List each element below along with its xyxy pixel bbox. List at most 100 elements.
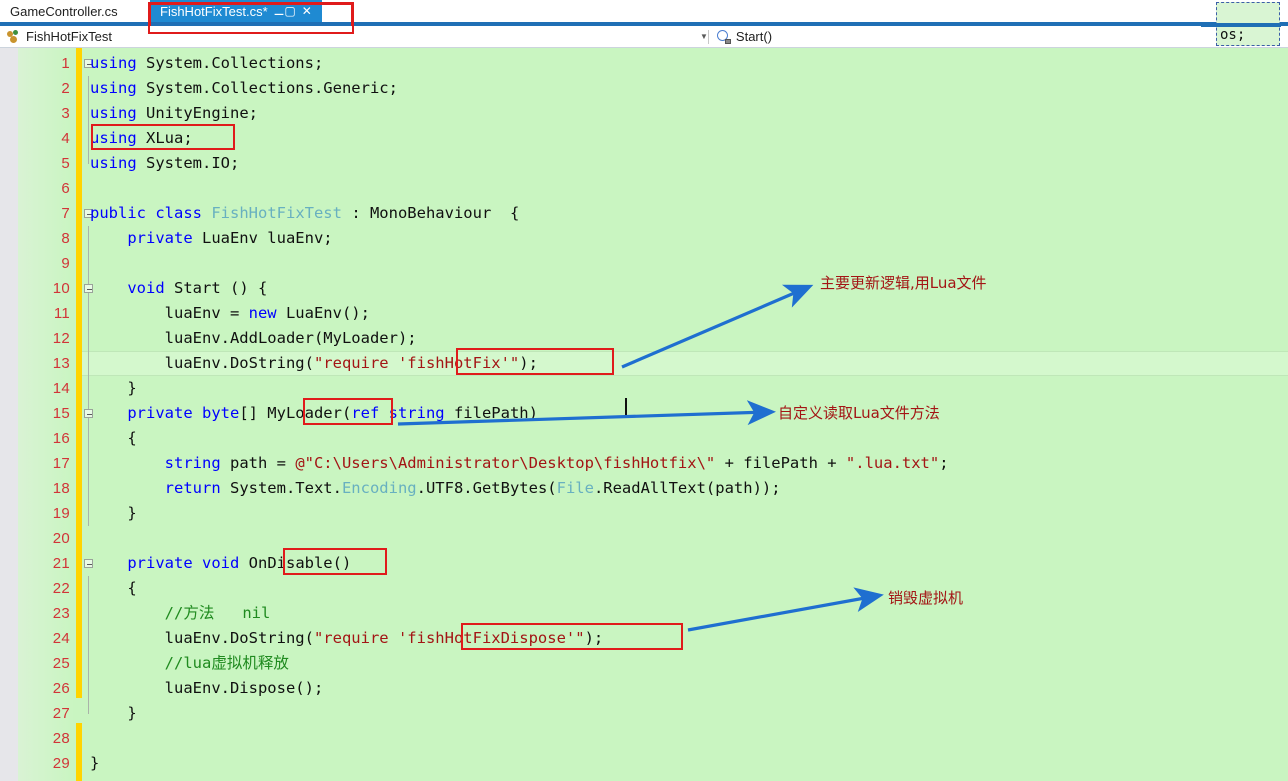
- code-line-text: luaEnv.Dispose();: [90, 676, 324, 701]
- line-number: 25: [52, 655, 70, 672]
- code-line-list[interactable]: 1 using System.Collections; 2 using System.…: [0, 51, 1288, 776]
- outlining-guide-line: [88, 601, 89, 626]
- code-token: }: [90, 379, 137, 397]
- code-line[interactable]: 1 using System.Collections;: [0, 51, 1288, 76]
- code-token: System.Text.: [229, 479, 342, 497]
- code-line[interactable]: 28: [0, 726, 1288, 751]
- code-line[interactable]: 16 {: [0, 426, 1288, 451]
- code-line[interactable]: 26 luaEnv.Dispose();: [0, 676, 1288, 701]
- line-number: 22: [52, 580, 70, 597]
- outlining-guide-line: [88, 701, 89, 714]
- line-number: 19: [52, 505, 70, 522]
- outlining-guide-line: [88, 301, 89, 326]
- code-line[interactable]: 9: [0, 251, 1288, 276]
- outlining-guide-line: [88, 576, 89, 601]
- member-dropdown[interactable]: Start(): [709, 26, 772, 48]
- type-dropdown[interactable]: FishHotFixTest: [0, 26, 700, 48]
- code-token: new: [248, 304, 286, 322]
- tab-gamecontroller[interactable]: GameController.cs: [0, 0, 128, 22]
- code-line-text: private byte[] MyLoader(ref string fileP…: [90, 401, 538, 426]
- code-line[interactable]: 3 using UnityEngine;: [0, 101, 1288, 126]
- line-number: 10: [52, 280, 70, 297]
- code-line[interactable]: 8 private LuaEnv luaEnv;: [0, 226, 1288, 251]
- close-icon[interactable]: ✕: [302, 5, 312, 17]
- code-token: }: [90, 504, 137, 522]
- code-line[interactable]: 17 string path = @"C:\Users\Administrato…: [0, 451, 1288, 476]
- code-line[interactable]: 2 using System.Collections.Generic;: [0, 76, 1288, 101]
- code-token: luaEnv.DoString(: [90, 354, 314, 372]
- line-number: 6: [61, 180, 70, 197]
- method-icon: [716, 30, 731, 44]
- code-line-text: //lua虚拟机释放: [90, 651, 289, 676]
- code-line[interactable]: 6: [0, 176, 1288, 201]
- code-token: LuaEnv();: [285, 304, 370, 322]
- code-line[interactable]: 15 private byte[] MyLoader(ref string fi…: [0, 401, 1288, 426]
- outlining-guide-line: [88, 451, 89, 476]
- chevron-down-icon[interactable]: ▼: [700, 32, 708, 41]
- code-line[interactable]: 27 }: [0, 701, 1288, 726]
- tab-fishhotfixtest[interactable]: FishHotFixTest.cs* ⚊▢ ✕: [150, 0, 322, 22]
- code-token: private void: [127, 554, 249, 572]
- code-token: path =: [229, 454, 296, 472]
- code-line-text: luaEnv.DoString("require 'fishHotFixDisp…: [90, 626, 604, 651]
- code-token: return: [164, 479, 230, 497]
- code-line-text: using UnityEngine;: [90, 101, 258, 126]
- code-line[interactable]: 7 public class FishHotFixTest : MonoBehav…: [0, 201, 1288, 226]
- code-token: System.Collections;: [146, 54, 324, 72]
- annotation-label: 销毁虚拟机: [888, 589, 964, 607]
- code-line[interactable]: 11 luaEnv = new LuaEnv();: [0, 301, 1288, 326]
- code-line[interactable]: 4 using XLua;: [0, 126, 1288, 151]
- code-token: OnDisable(): [248, 554, 352, 572]
- code-token: System.Collections.Generic;: [146, 79, 398, 97]
- code-line[interactable]: 22 {: [0, 576, 1288, 601]
- outlining-guide-line: [88, 651, 89, 676]
- code-line[interactable]: 20: [0, 526, 1288, 551]
- code-token: luaEnv.Dispose();: [90, 679, 324, 697]
- line-number: 24: [52, 630, 70, 647]
- line-number: 11: [53, 305, 70, 322]
- code-token: luaEnv.AddLoader(MyLoader);: [90, 329, 417, 347]
- tab-label: GameController.cs: [10, 3, 118, 19]
- code-line[interactable]: 19 }: [0, 501, 1288, 526]
- code-token: .UTF8.GetBytes(: [416, 479, 557, 497]
- line-number: 26: [52, 680, 70, 697]
- code-token: using: [90, 54, 146, 72]
- code-line[interactable]: 5 using System.IO;: [0, 151, 1288, 176]
- code-line[interactable]: 21 private void OnDisable(): [0, 551, 1288, 576]
- code-token: : MonoBehaviour {: [341, 204, 520, 222]
- code-line[interactable]: 25 //lua虚拟机释放: [0, 651, 1288, 676]
- code-line[interactable]: 12 luaEnv.AddLoader(MyLoader);: [0, 326, 1288, 351]
- code-token: using: [90, 79, 146, 97]
- code-line[interactable]: 18 return System.Text.Encoding.UTF8.GetB…: [0, 476, 1288, 501]
- line-number: 4: [61, 130, 70, 147]
- code-line[interactable]: 10 void Start () {: [0, 276, 1288, 301]
- code-editor[interactable]: 1 using System.Collections; 2 using System.…: [0, 48, 1288, 781]
- code-line-text: luaEnv.DoString("require 'fishHotFix'");: [90, 351, 538, 376]
- code-line-text: using XLua;: [90, 126, 193, 151]
- code-line-text: private void OnDisable(): [90, 551, 351, 576]
- code-token: .ReadAllText(path));: [593, 479, 781, 497]
- line-number: 12: [52, 330, 70, 347]
- code-line[interactable]: 24 luaEnv.DoString("require 'fishHotFixD…: [0, 626, 1288, 651]
- code-token: File: [556, 479, 594, 497]
- code-token: ref string: [351, 404, 454, 422]
- pin-icon[interactable]: ⚊▢: [274, 5, 296, 17]
- code-line[interactable]: 23 //方法 nil: [0, 601, 1288, 626]
- code-token: filePath): [453, 404, 538, 422]
- line-number: 13: [52, 355, 70, 372]
- code-line-text: {: [90, 426, 136, 451]
- code-line-text: luaEnv.AddLoader(MyLoader);: [90, 326, 417, 351]
- code-line[interactable]: 29}: [0, 751, 1288, 776]
- code-line[interactable]: 13 luaEnv.DoString("require 'fishHotFix'…: [0, 351, 1288, 376]
- code-token: Encoding: [341, 479, 417, 497]
- code-token: FishHotFixTest: [211, 204, 342, 222]
- line-number: 18: [52, 480, 70, 497]
- code-token: "require 'fishHotFixDispose'": [313, 629, 585, 647]
- outlining-guide-line: [88, 226, 89, 251]
- code-line[interactable]: 14 }: [0, 376, 1288, 401]
- navigation-bar: FishHotFixTest ▼ Start(): [0, 26, 1288, 48]
